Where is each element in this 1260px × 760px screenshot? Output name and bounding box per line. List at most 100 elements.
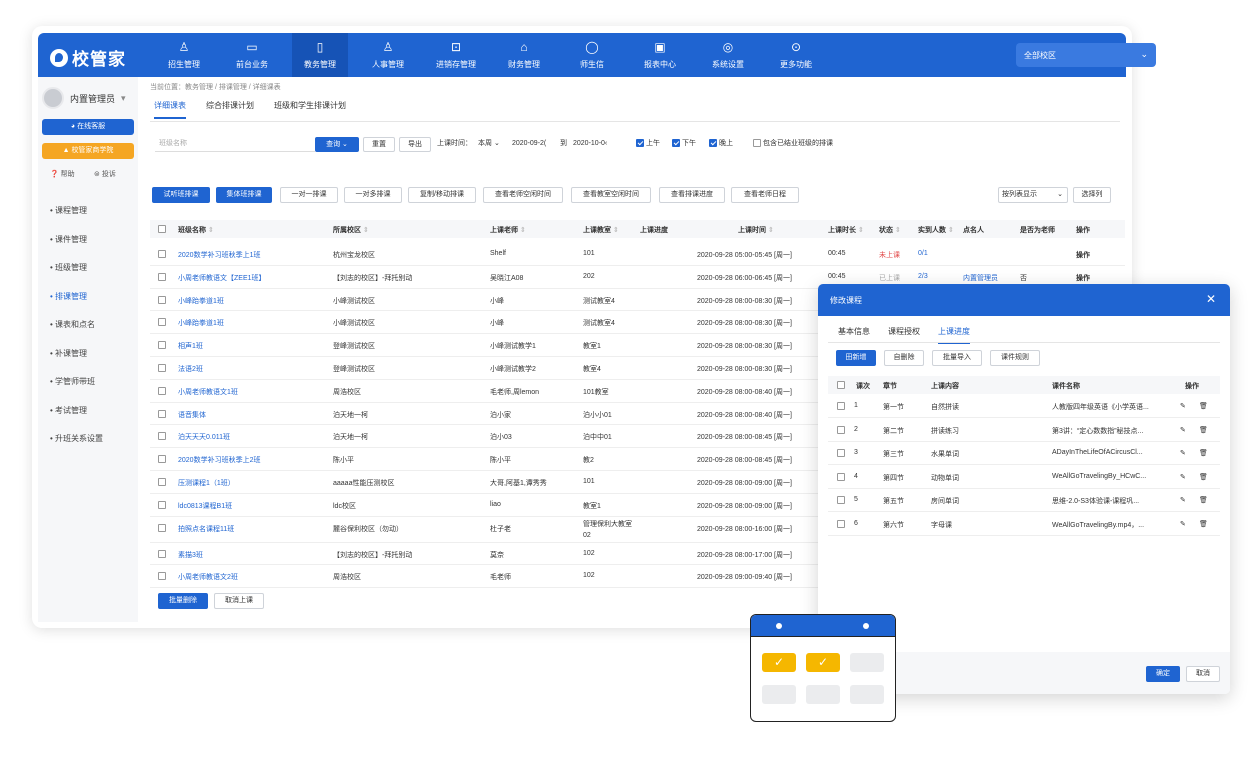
- cell-att[interactable]: 2/3: [918, 273, 928, 280]
- cell-name[interactable]: 相声1班: [178, 341, 203, 351]
- brand-logo[interactable]: 校管家: [50, 45, 126, 70]
- edit-icon[interactable]: ✎: [1180, 426, 1186, 434]
- cell-name[interactable]: 小峰跆拳道1班: [178, 318, 224, 328]
- eve-checkbox[interactable]: 晚上: [709, 137, 733, 152]
- cell-name[interactable]: 法语2班: [178, 364, 203, 374]
- include-ended-checkbox[interactable]: 包含已结业班级的排课: [753, 137, 833, 152]
- row-checkbox[interactable]: [837, 425, 845, 434]
- col-header[interactable]: 操作: [1076, 225, 1090, 235]
- toolbar-button[interactable]: 查看老师日程: [731, 187, 799, 203]
- nav-chat[interactable]: ◯ 师生信: [564, 33, 620, 77]
- sidebar-item[interactable]: • 课表和点名: [50, 319, 95, 330]
- progress-row[interactable]: 5 第五节 房间单词 思维-2.0-S3体验课-课程巩... ✎ 🗑: [828, 489, 1220, 512]
- cell-name[interactable]: 小周老师教语文1班: [178, 387, 238, 397]
- col-header[interactable]: 所属校区 ⇕: [333, 225, 369, 235]
- trash-icon[interactable]: 🗑: [1199, 426, 1208, 434]
- edit-icon[interactable]: ✎: [1180, 473, 1186, 481]
- row-checkbox[interactable]: [837, 402, 845, 410]
- row-checkbox[interactable]: [158, 250, 166, 258]
- view-mode-select[interactable]: 按列表显示 ⌄: [998, 187, 1068, 203]
- trash-icon[interactable]: 🗑: [1199, 473, 1208, 481]
- trash-icon[interactable]: 🗑: [1199, 402, 1208, 410]
- cancel-class-button[interactable]: 取消上课: [214, 593, 264, 609]
- sidebar-item[interactable]: • 班级管理: [50, 262, 87, 273]
- row-checkbox[interactable]: [837, 496, 845, 504]
- cell-name[interactable]: 素描3班: [178, 550, 203, 560]
- sidebar-item[interactable]: • 课件管理: [50, 234, 87, 245]
- nav-user[interactable]: ♙ 人事管理: [360, 33, 416, 77]
- table-row[interactable]: 2020数学补习班秋季上1班 杭州宝龙校区 Shelf 101 2020-09-28 0…: [150, 243, 1125, 266]
- sidebar-item[interactable]: • 升班关系设置: [50, 433, 103, 444]
- reset-button[interactable]: 重置: [363, 137, 395, 152]
- export-button[interactable]: 导出: [399, 137, 431, 152]
- toolbar-button[interactable]: 集体班排课: [216, 187, 272, 203]
- progress-row[interactable]: 6 第六节 字母课 WeAllGoTravelingBy.mp4，... ✎ 🗑: [828, 513, 1220, 536]
- help-link[interactable]: ❓ 帮助: [50, 169, 75, 179]
- progress-row[interactable]: 3 第三节 水果单词 ADayInTheLifeOfACircusCl... ✎ 🗑: [828, 442, 1220, 465]
- row-checkbox[interactable]: [158, 455, 166, 464]
- col-header[interactable]: 状态 ⇕: [879, 225, 901, 235]
- col-header[interactable]: 上课时长 ⇕: [828, 225, 864, 235]
- nav-monitor[interactable]: ▭ 前台业务: [224, 33, 280, 77]
- delete-button[interactable]: 自删除: [884, 350, 924, 366]
- edit-icon[interactable]: ✎: [1180, 449, 1186, 457]
- cell-name[interactable]: 拍照点名课程11班: [178, 524, 234, 534]
- col-header[interactable]: 班级名称 ⇕: [178, 225, 214, 235]
- close-icon[interactable]: ✕: [1206, 292, 1216, 306]
- progress-row[interactable]: 4 第四节 动物单词 WeAllGoTravelingBy_HCwC... ✎ 🗑: [828, 466, 1220, 489]
- cell-name[interactable]: 语音集体: [178, 410, 206, 420]
- row-checkbox[interactable]: [837, 472, 845, 481]
- academy-button[interactable]: ▲ 校管家商学院: [42, 143, 134, 159]
- col-header[interactable]: 上课时间 ⇕: [738, 225, 774, 235]
- nav-settings[interactable]: ◎ 系统设置: [700, 33, 756, 77]
- add-button[interactable]: 田新增: [836, 350, 876, 366]
- batch-import-button[interactable]: 批量导入: [932, 350, 982, 366]
- confirm-button[interactable]: 确定: [1146, 666, 1180, 682]
- cell-name[interactable]: 泊天天天0.011班: [178, 432, 230, 442]
- toolbar-button[interactable]: 一对多排课: [344, 187, 402, 203]
- complain-link[interactable]: ⊜ 投诉: [94, 169, 116, 179]
- date-to-input[interactable]: 2020-10-0‹: [573, 137, 607, 152]
- nav-report[interactable]: ▣ 报表中心: [632, 33, 688, 77]
- sidebar-item[interactable]: • 课程管理: [50, 205, 87, 216]
- tab-combined-plan[interactable]: 综合排课计划: [206, 100, 254, 119]
- row-checkbox[interactable]: [158, 318, 166, 327]
- cell-name[interactable]: 小周老师教语文【ZEE1班】: [178, 273, 266, 283]
- cell-att[interactable]: 0/1: [918, 250, 928, 257]
- row-checkbox[interactable]: [158, 500, 166, 509]
- nav-wallet[interactable]: ⌂ 财务管理: [496, 33, 552, 77]
- row-checkbox[interactable]: [837, 519, 845, 528]
- trash-icon[interactable]: 🗑: [1199, 449, 1208, 457]
- cell-name[interactable]: 压测课程1（1班）: [178, 478, 235, 488]
- cell-name[interactable]: ldc0813课程B1班: [178, 501, 232, 511]
- col-header[interactable]: 点名人: [963, 225, 984, 235]
- toolbar-button[interactable]: 试听班排课: [152, 187, 210, 203]
- row-checkbox[interactable]: [158, 272, 166, 281]
- row-checkbox[interactable]: [158, 386, 166, 395]
- cell-name[interactable]: 小峰跆拳道1班: [178, 296, 224, 306]
- row-checkbox[interactable]: [158, 549, 166, 558]
- row-checkbox[interactable]: [158, 572, 166, 581]
- cell-name[interactable]: 2020数学补习班秋季上2班: [178, 455, 260, 465]
- select-all-checkbox[interactable]: [837, 381, 845, 389]
- nav-book[interactable]: ▯ 教务管理: [292, 33, 348, 77]
- col-header[interactable]: 上课进度: [640, 225, 668, 235]
- date-from-input[interactable]: 2020-09-2(: [512, 137, 546, 152]
- edit-icon[interactable]: ✎: [1180, 496, 1186, 504]
- row-checkbox[interactable]: [158, 409, 166, 418]
- sidebar-item[interactable]: • 考试管理: [50, 405, 87, 416]
- row-checkbox[interactable]: [837, 449, 845, 457]
- select-columns-button[interactable]: 选择列: [1073, 187, 1111, 203]
- sidebar-item[interactable]: • 学管师带班: [50, 376, 95, 387]
- cell-name[interactable]: 2020数学补习班秋季上1班: [178, 250, 260, 260]
- sidebar-item[interactable]: • 排课管理: [50, 291, 87, 302]
- nav-more[interactable]: ⊙ 更多功能: [768, 33, 824, 77]
- cell-name[interactable]: 小周老师教语文2班: [178, 572, 238, 582]
- online-service-button[interactable]: ◕ 在线客服: [42, 119, 134, 135]
- toolbar-button[interactable]: 查看老师空闲时间: [483, 187, 563, 203]
- row-checkbox[interactable]: [158, 341, 166, 350]
- edit-icon[interactable]: ✎: [1180, 520, 1186, 528]
- sidebar-item[interactable]: • 补课管理: [50, 348, 87, 359]
- col-header[interactable]: 是否为老师: [1020, 225, 1055, 235]
- row-checkbox[interactable]: [158, 432, 166, 441]
